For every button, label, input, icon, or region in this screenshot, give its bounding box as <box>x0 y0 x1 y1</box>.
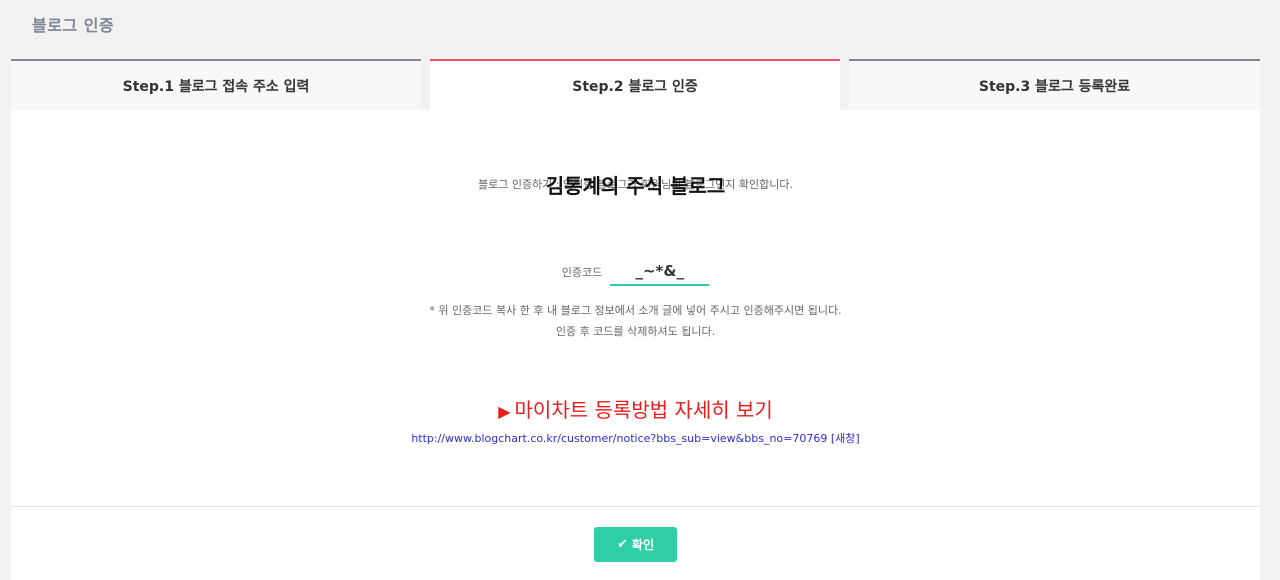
tab-step-3[interactable]: Step.3 블로그 등록완료 <box>849 59 1260 110</box>
tab-step-2[interactable]: Step.2 블로그 인증 <box>430 59 840 110</box>
auth-code-label: 인증코드 <box>561 266 603 279</box>
guide-link-label: 마이차트 등록방법 자세히 보기 <box>514 398 773 422</box>
auth-note-line-1: * 위 인증코드 복사 한 후 내 블로그 정보에서 소개 글에 넣어 주시고 … <box>429 304 842 317</box>
step-tabs: Step.1 블로그 접속 주소 입력 Step.2 블로그 인증 Step.3… <box>11 59 1260 110</box>
play-arrow-icon: ▶ <box>498 402 511 421</box>
confirm-button[interactable]: ✔ 확인 <box>594 527 677 562</box>
guide-link[interactable]: ▶ 마이차트 등록방법 자세히 보기 <box>11 394 1260 423</box>
page-title: 블로그 인증 <box>32 16 115 35</box>
auth-card: 블로그 인증하기 : 입력한 블로그가 회원님의 블로그인지 확인합니다. 김통… <box>11 110 1260 580</box>
auth-code-field[interactable]: _~*&_ <box>610 258 710 286</box>
auth-note: * 위 인증코드 복사 한 후 내 블로그 정보에서 소개 글에 넣어 주시고 … <box>11 300 1260 342</box>
guide-url-link[interactable]: http://www.blogchart.co.kr/customer/noti… <box>11 430 1260 446</box>
confirm-button-label: 확인 <box>631 538 654 552</box>
auth-note-line-2: 인증 후 코드를 삭제하셔도 됩니다. <box>555 325 716 338</box>
tab-step-1[interactable]: Step.1 블로그 접속 주소 입력 <box>11 59 421 110</box>
blog-name: 김통계의 주식 블로그 <box>545 174 726 198</box>
divider <box>11 506 1260 507</box>
auth-code-row: 인증코드 _~*&_ <box>11 258 1260 286</box>
check-icon: ✔ <box>617 537 628 552</box>
